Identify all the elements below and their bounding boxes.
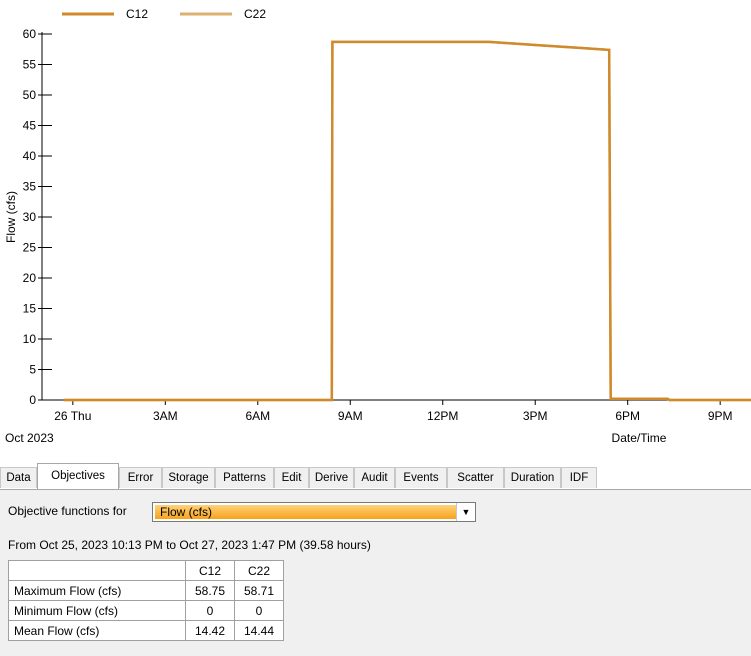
table-row: Minimum Flow (cfs) 0 0 xyxy=(8,600,284,621)
row-label: Minimum Flow (cfs) xyxy=(8,600,186,621)
legend-label: C12 xyxy=(126,7,148,21)
table-cell: 58.71 xyxy=(234,580,284,601)
y-tick-label: 30 xyxy=(23,210,37,224)
x-tick-label: 9PM xyxy=(708,409,733,423)
row-label: Mean Flow (cfs) xyxy=(8,620,186,641)
y-tick-label: 55 xyxy=(23,58,37,72)
table-header xyxy=(8,560,186,581)
table-header-row: C12 C22 xyxy=(8,560,284,581)
tab-duration[interactable]: Duration xyxy=(504,467,561,488)
tab-edit[interactable]: Edit xyxy=(274,467,309,488)
objectives-panel: Objective functions for Flow (cfs) ▼ Fro… xyxy=(0,489,751,656)
tab-strip: Data Objectives Error Storage Patterns Edit De… xyxy=(0,462,751,490)
tab-derive[interactable]: Derive xyxy=(309,467,354,488)
y-tick-label: 0 xyxy=(29,393,36,407)
y-tick-label: 10 xyxy=(23,332,37,346)
table-cell: 14.44 xyxy=(234,620,284,641)
time-range-text: From Oct 25, 2023 10:13 PM to Oct 27, 20… xyxy=(8,538,371,552)
tab-storage[interactable]: Storage xyxy=(162,467,215,488)
y-tick-label: 50 xyxy=(23,88,37,102)
x-axis-label: Date/Time xyxy=(612,431,667,445)
series-line-c22 xyxy=(63,40,751,402)
y-tick-label: 40 xyxy=(23,149,37,163)
objective-functions-label: Objective functions for xyxy=(8,504,127,518)
date-label: Oct 2023 xyxy=(5,431,54,445)
table-cell: 14.42 xyxy=(185,620,235,641)
tab-scatter[interactable]: Scatter xyxy=(447,467,504,488)
objective-select-value: Flow (cfs) xyxy=(155,505,456,519)
objectives-table: C12 C22 Maximum Flow (cfs) 58.75 58.71 M… xyxy=(8,560,284,641)
chart-area[interactable]: C12 C22 0 5 10 15 20 25 30 35 40 45 50 55 60 Flow (cfs)… xyxy=(0,0,751,458)
table-header: C22 xyxy=(234,560,284,581)
table-row: Mean Flow (cfs) 14.42 14.44 xyxy=(8,620,284,641)
tab-events[interactable]: Events xyxy=(395,467,447,488)
y-tick-label: 60 xyxy=(23,27,37,41)
y-tick-label: 20 xyxy=(23,271,37,285)
table-cell: 58.75 xyxy=(185,580,235,601)
table-header: C12 xyxy=(185,560,235,581)
x-tick-label: 9AM xyxy=(338,409,363,423)
tab-error[interactable]: Error xyxy=(119,467,162,488)
dropdown-arrow-icon[interactable]: ▼ xyxy=(456,503,475,521)
tab-patterns[interactable]: Patterns xyxy=(215,467,274,488)
y-tick-label: 15 xyxy=(23,302,37,316)
series-line-c12 xyxy=(63,40,751,402)
table-cell: 0 xyxy=(234,600,284,621)
y-tick-label: 35 xyxy=(23,180,37,194)
y-tick-label: 5 xyxy=(29,363,36,377)
row-label: Maximum Flow (cfs) xyxy=(8,580,186,601)
tab-audit[interactable]: Audit xyxy=(354,467,395,488)
x-tick-label: 6AM xyxy=(245,409,270,423)
objective-select[interactable]: Flow (cfs) ▼ xyxy=(152,502,476,522)
tab-objectives[interactable]: Objectives xyxy=(37,463,119,489)
x-tick-label: 12PM xyxy=(427,409,458,423)
x-tick-label: 6PM xyxy=(615,409,640,423)
x-tick-label: 3PM xyxy=(523,409,548,423)
x-tick-label: 26 Thu xyxy=(54,409,91,423)
y-axis-label: Flow (cfs) xyxy=(4,191,18,243)
table-row: Maximum Flow (cfs) 58.75 58.71 xyxy=(8,580,284,601)
table-cell: 0 xyxy=(185,600,235,621)
y-tick-label: 25 xyxy=(23,241,37,255)
x-tick-label: 3AM xyxy=(153,409,178,423)
flow-chart[interactable]: C12 C22 0 5 10 15 20 25 30 35 40 45 50 55 60 Flow (cfs)… xyxy=(0,0,751,458)
legend-label: C22 xyxy=(244,7,266,21)
tab-idf[interactable]: IDF xyxy=(561,467,597,488)
tab-data[interactable]: Data xyxy=(0,467,37,488)
y-tick-label: 45 xyxy=(23,119,37,133)
